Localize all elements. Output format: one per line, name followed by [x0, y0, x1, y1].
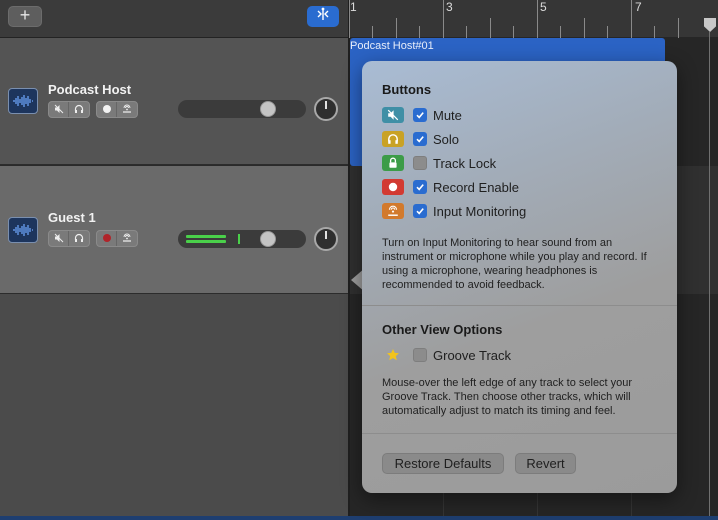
- filter-icon: [315, 7, 331, 26]
- mute-solo-group: [48, 230, 90, 247]
- buttons-section-title: Buttons: [382, 82, 432, 97]
- option-track-lock[interactable]: Track Lock: [382, 154, 662, 172]
- revert-button[interactable]: Revert: [515, 453, 576, 474]
- ruler-label: 3: [446, 0, 453, 14]
- volume-slider[interactable]: [178, 230, 306, 248]
- option-mute[interactable]: Mute: [382, 106, 662, 124]
- option-label: Solo: [433, 131, 460, 147]
- ruler-label: 1: [350, 0, 357, 14]
- level-meter: [186, 235, 226, 238]
- waveform-icon: [8, 88, 38, 114]
- option-record-enable[interactable]: Record Enable: [382, 178, 662, 196]
- groove-description: Mouse-over the left edge of any track to…: [382, 377, 633, 417]
- option-label: Mute: [433, 107, 462, 123]
- garageband-window: + Podcast Host Guest 1 1 3 5 7 Podcast H…: [0, 0, 718, 520]
- mute-icon: [54, 231, 64, 246]
- headphones-icon: [74, 231, 84, 246]
- playhead-line: [709, 32, 710, 520]
- record-icon: [382, 179, 404, 195]
- option-label: Groove Track: [433, 347, 512, 363]
- track-name[interactable]: Guest 1: [48, 210, 96, 225]
- track-name[interactable]: Podcast Host: [48, 82, 131, 97]
- solo-checkbox[interactable]: [413, 132, 427, 146]
- track-header-config-popover: Buttons Mute Solo Track Lock Record Enab…: [362, 61, 677, 493]
- buttons-description: Turn on Input Monitoring to hear sound f…: [382, 237, 647, 291]
- level-meter: [186, 240, 226, 243]
- option-label: Record Enable: [433, 179, 519, 195]
- input-monitoring-icon: [122, 102, 132, 117]
- section-divider: [362, 433, 677, 434]
- other-options-title: Other View Options: [382, 322, 503, 337]
- option-input-monitoring[interactable]: Input Monitoring: [382, 202, 662, 220]
- add-track-button[interactable]: +: [8, 6, 42, 27]
- lock-icon: [382, 155, 404, 171]
- headphones-icon: [382, 131, 404, 147]
- record-enable-checkbox[interactable]: [413, 180, 427, 194]
- input-monitoring-button[interactable]: [117, 231, 137, 246]
- timeline-ruler[interactable]: 1 3 5 7: [349, 0, 718, 38]
- option-groove-track[interactable]: Groove Track: [382, 346, 662, 364]
- mute-solo-group: [48, 101, 90, 118]
- mute-button[interactable]: [49, 102, 69, 117]
- option-label: Track Lock: [433, 155, 497, 171]
- input-monitoring-checkbox[interactable]: [413, 204, 427, 218]
- input-monitoring-icon: [382, 203, 404, 219]
- volume-slider[interactable]: [178, 100, 306, 118]
- mute-icon: [54, 102, 64, 117]
- star-icon: [382, 347, 404, 363]
- mute-checkbox[interactable]: [413, 108, 427, 122]
- ruler-label: 7: [635, 0, 642, 14]
- volume-knob[interactable]: [260, 101, 276, 117]
- track-header-filter-button[interactable]: [307, 6, 339, 27]
- option-label: Input Monitoring: [433, 203, 527, 219]
- record-monitor-group: [96, 230, 138, 247]
- record-icon: [102, 102, 112, 117]
- record-enable-button[interactable]: [97, 102, 117, 117]
- track-header-guest-1[interactable]: Guest 1: [0, 166, 348, 294]
- input-monitoring-icon: [122, 231, 132, 246]
- section-divider: [362, 305, 677, 306]
- volume-knob[interactable]: [260, 231, 276, 247]
- bottom-edge: [0, 516, 718, 520]
- solo-button[interactable]: [69, 102, 89, 117]
- option-solo[interactable]: Solo: [382, 130, 662, 148]
- track-lock-checkbox[interactable]: [413, 156, 427, 170]
- headphones-icon: [74, 102, 84, 117]
- track-header-podcast-host[interactable]: Podcast Host: [0, 38, 348, 165]
- waveform-icon: [8, 217, 38, 243]
- tracks-header: +: [0, 0, 348, 38]
- restore-defaults-button[interactable]: Restore Defaults: [382, 453, 504, 474]
- region-label: Podcast Host#01: [350, 40, 434, 52]
- solo-button[interactable]: [69, 231, 89, 246]
- mute-button[interactable]: [49, 231, 69, 246]
- record-monitor-group: [96, 101, 138, 118]
- ruler-label: 5: [540, 0, 547, 14]
- record-enable-button[interactable]: [97, 231, 117, 246]
- level-peak: [238, 234, 240, 244]
- groove-track-checkbox[interactable]: [413, 348, 427, 362]
- pan-knob[interactable]: [314, 97, 338, 121]
- pan-knob[interactable]: [314, 227, 338, 251]
- record-icon: [102, 231, 112, 246]
- input-monitoring-button[interactable]: [117, 102, 137, 117]
- mute-icon: [382, 107, 404, 123]
- empty-track-area: [0, 294, 348, 520]
